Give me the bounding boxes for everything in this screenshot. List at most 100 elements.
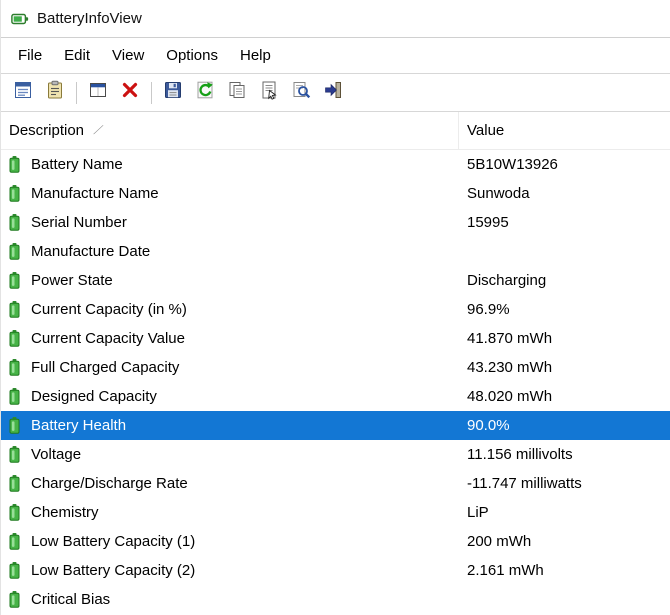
- battery-item-icon: [8, 243, 21, 260]
- exit-button[interactable]: [318, 78, 348, 108]
- row-value: 11.156 millivolts: [467, 446, 573, 463]
- exit-door-icon: [323, 80, 343, 105]
- row-value: Discharging: [467, 272, 546, 289]
- sort-indicator-icon: ⟋: [92, 123, 104, 138]
- row-description: Designed Capacity: [31, 388, 157, 405]
- battery-item-icon: [8, 272, 21, 289]
- save-floppy-icon: [163, 80, 183, 105]
- table-row[interactable]: Battery Name 5B10W13926: [1, 150, 670, 179]
- row-description: Full Charged Capacity: [31, 359, 179, 376]
- battery-item-icon: [8, 301, 21, 318]
- row-description: Chemistry: [31, 504, 99, 521]
- row-value: 48.020 mWh: [467, 388, 552, 405]
- row-value: 90.0%: [467, 417, 510, 434]
- row-value: 5B10W13926: [467, 156, 558, 173]
- details-view-button[interactable]: [8, 78, 38, 108]
- table-row[interactable]: Charge/Discharge Rate -11.747 milliwatts: [1, 469, 670, 498]
- table-row[interactable]: Critical Bias: [1, 585, 670, 614]
- row-description: Manufacture Date: [31, 243, 150, 260]
- find-magnifier-icon: [291, 80, 311, 105]
- find-button[interactable]: [286, 78, 316, 108]
- battery-item-icon: [8, 214, 21, 231]
- column-header-description[interactable]: Description ⟋: [1, 112, 459, 149]
- clipboard-icon: [45, 80, 65, 105]
- battery-item-icon: [8, 388, 21, 405]
- menu-bar: File EditViewOptionsHelp: [1, 38, 670, 74]
- copy-icon: [227, 80, 247, 105]
- battery-item-icon: [8, 591, 21, 608]
- choose-columns-icon: [88, 80, 108, 105]
- details-view-icon: [13, 80, 33, 105]
- row-description: Voltage: [31, 446, 81, 463]
- row-description: Manufacture Name: [31, 185, 159, 202]
- row-description: Current Capacity (in %): [31, 301, 187, 318]
- row-value: 200 mWh: [467, 533, 531, 550]
- battery-item-icon: [8, 504, 21, 521]
- refresh-icon: [195, 80, 215, 105]
- copy-button[interactable]: [222, 78, 252, 108]
- row-value: 2.161 mWh: [467, 562, 544, 579]
- choose-columns-button[interactable]: [83, 78, 113, 108]
- row-description: Battery Health: [31, 417, 126, 434]
- menu-edit[interactable]: Edit: [53, 41, 101, 70]
- table-row[interactable]: Voltage 11.156 millivolts: [1, 440, 670, 469]
- row-description: Current Capacity Value: [31, 330, 185, 347]
- properties-icon: [259, 80, 279, 105]
- table-row[interactable]: Chemistry LiP: [1, 498, 670, 527]
- row-value: -11.747 milliwatts: [467, 475, 582, 492]
- properties-button[interactable]: [254, 78, 284, 108]
- row-description: Low Battery Capacity (1): [31, 533, 195, 550]
- row-description: Low Battery Capacity (2): [31, 562, 195, 579]
- row-value: Sunwoda: [467, 185, 530, 202]
- battery-item-icon: [8, 446, 21, 463]
- menu-file[interactable]: File: [7, 41, 53, 70]
- battery-item-icon: [8, 562, 21, 579]
- table-row[interactable]: Manufacture Name Sunwoda: [1, 179, 670, 208]
- battery-item-icon: [8, 359, 21, 376]
- table-row[interactable]: Full Charged Capacity 43.230 mWh: [1, 353, 670, 382]
- title-bar: BatteryInfoView: [1, 0, 670, 38]
- clipboard-report-button[interactable]: [40, 78, 70, 108]
- refresh-button[interactable]: [190, 78, 220, 108]
- row-value: LiP: [467, 504, 489, 521]
- menu-help[interactable]: Help: [229, 41, 282, 70]
- table-row[interactable]: Low Battery Capacity (2) 2.161 mWh: [1, 556, 670, 585]
- row-value: 96.9%: [467, 301, 510, 318]
- save-button[interactable]: [158, 78, 188, 108]
- table-row[interactable]: Power State Discharging: [1, 266, 670, 295]
- row-value: 15995: [467, 214, 509, 231]
- battery-item-icon: [8, 475, 21, 492]
- table-row[interactable]: Current Capacity Value 41.870 mWh: [1, 324, 670, 353]
- menu-view[interactable]: View: [101, 41, 155, 70]
- row-description: Power State: [31, 272, 113, 289]
- window-title: BatteryInfoView: [37, 10, 142, 27]
- row-description: Serial Number: [31, 214, 127, 231]
- table-row[interactable]: Manufacture Date: [1, 237, 670, 266]
- app-window: BatteryInfoView File EditViewOptionsHelp: [0, 0, 670, 615]
- toolbar: [1, 74, 670, 112]
- battery-item-icon: [8, 330, 21, 347]
- row-description: Battery Name: [31, 156, 123, 173]
- table-row[interactable]: Designed Capacity 48.020 mWh: [1, 382, 670, 411]
- toolbar-separator: [151, 82, 152, 104]
- table-row[interactable]: Serial Number 15995: [1, 208, 670, 237]
- column-header-description-label: Description: [9, 122, 84, 139]
- table-row[interactable]: Low Battery Capacity (1) 200 mWh: [1, 527, 670, 556]
- column-header-value[interactable]: Value: [459, 112, 670, 149]
- delete-x-icon: [120, 80, 140, 105]
- row-description: Critical Bias: [31, 591, 110, 608]
- menu-options[interactable]: Options: [155, 41, 229, 70]
- app-battery-icon: [11, 10, 29, 28]
- list-header: Description ⟋ Value: [1, 112, 670, 150]
- table-row[interactable]: Current Capacity (in %) 96.9%: [1, 295, 670, 324]
- column-header-value-label: Value: [467, 122, 504, 139]
- table-row[interactable]: Battery Health 90.0%: [1, 411, 670, 440]
- row-description: Charge/Discharge Rate: [31, 475, 188, 492]
- battery-item-icon: [8, 533, 21, 550]
- battery-item-icon: [8, 417, 21, 434]
- row-value: 43.230 mWh: [467, 359, 552, 376]
- delete-button[interactable]: [115, 78, 145, 108]
- battery-list: Battery Name 5B10W13926 Manufacture Name…: [1, 150, 670, 615]
- battery-item-icon: [8, 156, 21, 173]
- row-value: 41.870 mWh: [467, 330, 552, 347]
